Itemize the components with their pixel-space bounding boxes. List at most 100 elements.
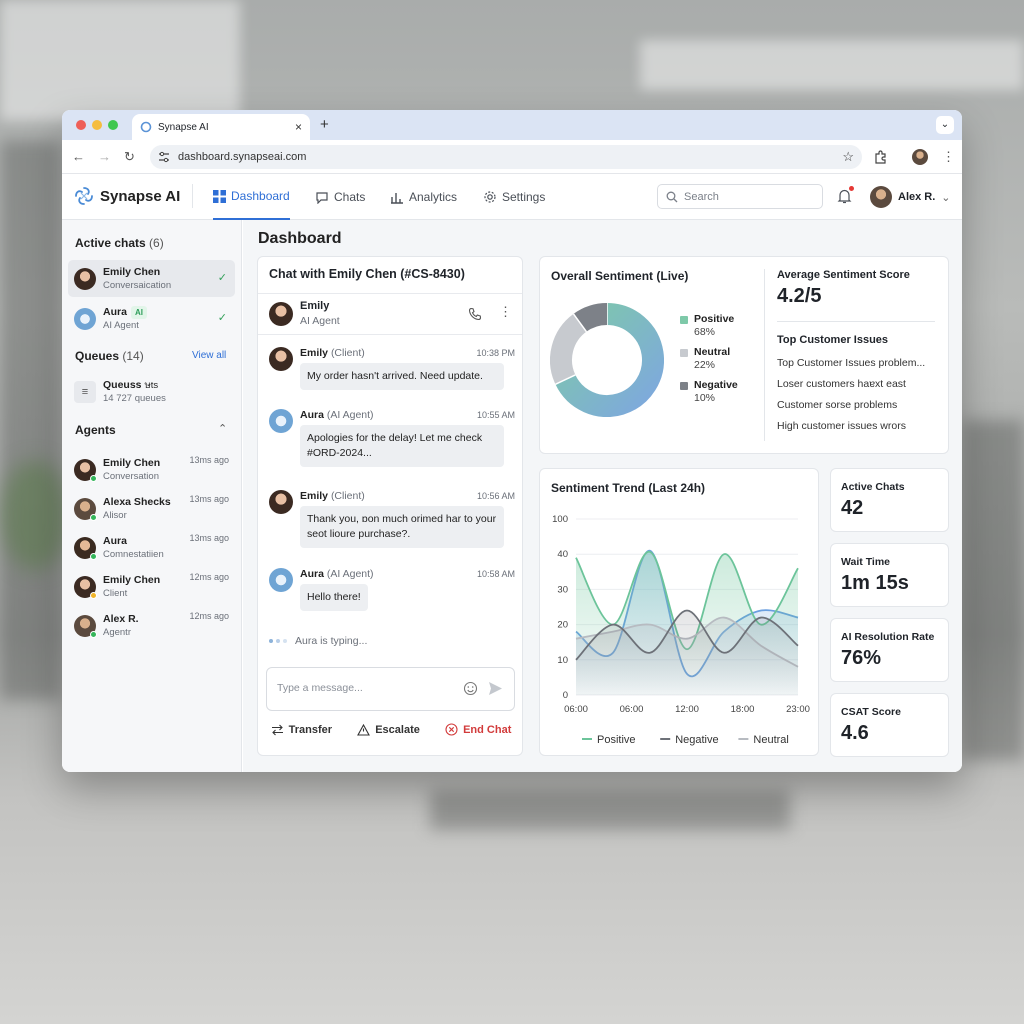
issue-item: Top Customer Issues problem... [777, 357, 926, 369]
synapse-logo-icon [140, 121, 152, 133]
x-tick-label: 06:00 [620, 704, 644, 715]
active-chat-item[interactable]: Aura AI AI Agent ✓ [68, 300, 235, 337]
sentiment-legend: Positive 68% Neutral 22% Negative 10% [680, 313, 738, 412]
reload-icon[interactable]: ↻ [124, 149, 135, 165]
browser-window: Synapse AI × + ⌄ ← → ↻ dashboard.synapse… [62, 110, 962, 772]
ai-badge: AI [130, 305, 147, 319]
notifications-bell-icon[interactable] [837, 186, 854, 209]
avatar [74, 458, 97, 482]
divider [192, 184, 193, 208]
donut-slice-neutral [550, 313, 587, 385]
tab-menu-chevron-icon[interactable]: ⌄ [936, 116, 954, 134]
agent-item[interactable]: Alex R. Agentr 12ms ago [68, 607, 235, 644]
view-all-link[interactable]: View all [192, 350, 226, 361]
stat-label: Active Chats [841, 481, 905, 493]
search-icon [666, 191, 678, 202]
maximize-window-button[interactable] [108, 120, 118, 130]
site-settings-icon[interactable] [158, 151, 170, 163]
legend-swatch [680, 382, 688, 390]
online-status-dot [90, 513, 97, 521]
chat-actions: Transfer Escalate End Chat [258, 723, 522, 736]
y-tick-label: 20 [557, 620, 568, 631]
active-chats-heading: Active chats (6) [75, 236, 164, 250]
nav-settings[interactable]: Settings [483, 174, 545, 220]
agent-item[interactable]: Emily Chen Client 12ms ago [68, 568, 235, 605]
emoji-icon[interactable] [463, 681, 478, 696]
stat-value: 76% [841, 647, 882, 669]
browser-menu-icon[interactable]: ⋮ [942, 149, 955, 165]
stat-label: Wait Time [841, 556, 891, 568]
stat-value: 42 [841, 497, 864, 519]
search-input[interactable]: Search [657, 184, 823, 209]
legend-item: Negative 10% [680, 379, 738, 405]
sentiment-title: Overall Sentiment (Live) [551, 269, 689, 283]
profile-avatar[interactable] [912, 149, 928, 165]
message-time: 10:56 AM [476, 491, 515, 501]
x-tick-label: 23:00 [786, 704, 810, 715]
chat-name: Aura AI [103, 305, 147, 319]
brand-logo[interactable]: Synapse AI [74, 186, 180, 206]
chat-sub: Conversaication [103, 279, 172, 291]
main-content: Dashboard Chat with Emily Chen (#CS-8430… [243, 220, 962, 772]
queue-name: Queuss ษts [103, 378, 159, 391]
y-tick-label: 40 [557, 549, 568, 560]
agent-sub: Agentr [103, 626, 131, 638]
stat-value: 1m 15s [841, 572, 909, 594]
queue-item[interactable]: ≡ Queuss ษts 14 727 queues [68, 373, 235, 410]
legend-swatch [680, 316, 688, 324]
nav-label: Chats [334, 190, 366, 204]
avatar [74, 267, 96, 290]
x-tick-label: 18:00 [731, 704, 755, 715]
stat-card-csat: CSAT Score 4.6 [830, 693, 949, 757]
avatar [269, 302, 293, 326]
legend-label: Positive [694, 313, 735, 325]
agent-item[interactable]: Aura Comnestatiien 13ms ago [68, 529, 235, 566]
user-menu[interactable]: Alex R. ⌄ [870, 186, 951, 208]
back-arrow-icon[interactable]: ← [72, 149, 85, 164]
chat-bubble-icon [316, 191, 328, 204]
user-name: Alex R. [898, 191, 936, 203]
more-options-icon[interactable]: ⋮ [499, 304, 512, 320]
chat-title: Chat with Emily Chen (#CS-8430) [269, 267, 465, 281]
agent-sub: Client [103, 587, 128, 599]
extensions-puzzle-icon[interactable] [874, 150, 888, 164]
close-tab-icon[interactable]: × [295, 120, 302, 134]
minimize-window-button[interactable] [92, 120, 102, 130]
agent-sub: Conversation [103, 470, 159, 482]
nav-analytics[interactable]: Analytics [390, 174, 457, 220]
grid-icon [213, 189, 226, 203]
chevron-up-icon[interactable]: ⌃ [218, 422, 227, 435]
stat-card-ai-resolution: AI Resolution Rate 76% [830, 618, 949, 682]
legend-item: Positive 68% [680, 313, 738, 339]
sidebar: Active chats (6) Emily Chen Conversaicati… [62, 220, 242, 772]
active-chat-item[interactable]: Emily Chen Conversaication ✓ [68, 260, 235, 297]
agent-item[interactable]: Alexa Shecks Alisor 13ms ago [68, 490, 235, 527]
phone-icon[interactable] [468, 307, 482, 321]
send-icon[interactable] [488, 681, 503, 696]
forward-arrow-icon[interactable]: → [98, 149, 111, 164]
nav-dashboard[interactable]: Dashboard [213, 174, 290, 220]
escalate-button[interactable]: Escalate [357, 723, 420, 736]
donut-slice-negative [573, 303, 608, 332]
message-sender: Emily (Client) [300, 347, 365, 359]
online-status-dot [90, 474, 97, 482]
page-title: Dashboard [258, 230, 342, 247]
new-tab-button[interactable]: + [320, 116, 329, 133]
agent-name: Emily Chen [103, 456, 161, 469]
agent-item[interactable]: Emily Chen Conversation 13ms ago [68, 451, 235, 488]
browser-tab[interactable]: Synapse AI × [132, 114, 310, 140]
agent-time: 13ms ago [189, 494, 229, 504]
close-window-button[interactable] [76, 120, 86, 130]
agents-heading: Agents [75, 423, 116, 437]
stat-card-active-chats: Active Chats 42 [830, 468, 949, 532]
message-input[interactable]: Type a message... [266, 667, 515, 711]
agent-name: Emily Chen [103, 573, 161, 586]
divider [764, 269, 765, 441]
bookmark-star-icon[interactable]: ☆ [842, 149, 854, 165]
nav-chats[interactable]: Chats [315, 174, 365, 220]
message-time: 10:55 AM [476, 410, 515, 420]
end-chat-button[interactable]: End Chat [445, 723, 511, 736]
url-field[interactable]: dashboard.synapseai.com ☆ [150, 145, 862, 169]
transfer-button[interactable]: Transfer [271, 723, 332, 736]
brand-name: Synapse AI [100, 187, 181, 205]
